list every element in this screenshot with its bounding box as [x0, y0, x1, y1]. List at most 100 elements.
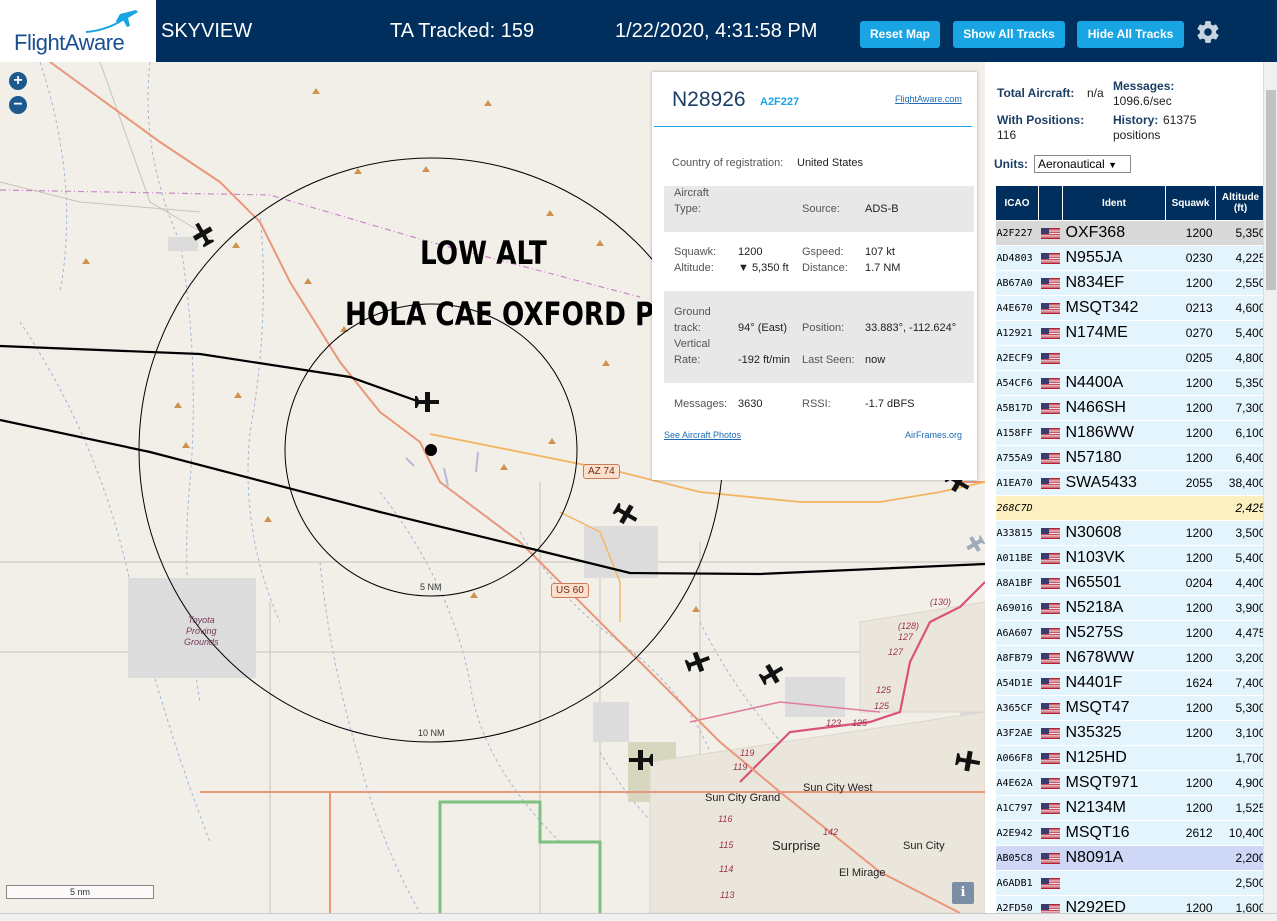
us-flag-icon	[1040, 303, 1060, 315]
aircraft-row[interactable]: A2ECF9 0205 4,800	[995, 345, 1266, 371]
aircraft-row[interactable]: A33815 N30608 1200 3,500	[995, 520, 1266, 546]
aircraft-row[interactable]: A011BE N103VK 1200 5,400	[995, 545, 1266, 571]
us-flag-icon	[1040, 803, 1060, 815]
row-altitude: 1,700	[1215, 745, 1266, 771]
row-flag	[1038, 870, 1063, 896]
aircraft-row[interactable]: A158FF N186WW 1200 6,100	[995, 420, 1266, 446]
aircraft-row[interactable]: A1C797 N2134M 1200 1,525	[995, 795, 1266, 821]
town-el-mirage: El Mirage	[839, 867, 886, 879]
bottom-scrollbar[interactable]	[0, 913, 1277, 921]
aircraft-row[interactable]: A4E670 MSQT342 0213 4,600	[995, 295, 1266, 321]
row-ident: N65501	[1062, 570, 1166, 596]
row-icao: A6ADB1	[995, 870, 1039, 896]
row-flag	[1038, 545, 1063, 571]
total-aircraft-label: Total Aircraft:	[997, 86, 1075, 100]
scrollbar-thumb[interactable]	[1266, 90, 1276, 290]
hide-all-tracks-button[interactable]: Hide All Tracks	[1077, 21, 1184, 48]
row-altitude: 6,400	[1215, 445, 1266, 471]
aircraft-row[interactable]: A4E62A MSQT971 1200 4,900	[995, 770, 1266, 796]
aircraft-row[interactable]: A5B17D N466SH 1200 7,300	[995, 395, 1266, 421]
row-altitude: 3,500	[1215, 520, 1266, 546]
row-icao: A6A607	[995, 620, 1039, 646]
us-flag-icon	[1040, 778, 1060, 790]
row-flag	[1038, 720, 1063, 746]
row-squawk: 0230	[1165, 245, 1216, 271]
aircraft-row[interactable]: A3F2AE N35325 1200 3,100	[995, 720, 1266, 746]
airplane-icon[interactable]	[611, 499, 642, 528]
row-squawk: 0205	[1165, 345, 1216, 371]
aircraft-table-body: A2F227 OXF368 1200 5,350 AD4803 N955JA 0230 4,2…	[995, 220, 1266, 921]
col-squawk[interactable]: Squawk	[1165, 185, 1216, 221]
aircraft-row[interactable]: A69016 N5218A 1200 3,900	[995, 595, 1266, 621]
aircraft-row[interactable]: A2F227 OXF368 1200 5,350	[995, 220, 1266, 246]
aircraft-row[interactable]: A54D1E N4401F 1624 7,400	[995, 670, 1266, 696]
show-all-tracks-button[interactable]: Show All Tracks	[953, 21, 1065, 48]
aircraft-row[interactable]: A8A1BF N65501 0204 4,400	[995, 570, 1266, 596]
col-altitude[interactable]: Altitude (ft)	[1215, 185, 1266, 221]
history-unit: positions	[1113, 128, 1161, 142]
road-shield-us60: US 60	[551, 583, 589, 598]
us-flag-icon	[1040, 253, 1060, 265]
row-ident: SWA5433	[1062, 470, 1166, 496]
row-flag	[1038, 220, 1063, 246]
row-ident: N103VK	[1062, 545, 1166, 571]
aircraft-row[interactable]: A12921 N174ME 0270 5,400	[995, 320, 1266, 346]
col-flag[interactable]	[1038, 185, 1063, 221]
flightaware-logo[interactable]: FlightAware	[0, 0, 156, 62]
town-sun-city: Sun City	[903, 840, 945, 852]
row-icao: 268C7D	[995, 495, 1039, 521]
aircraft-row[interactable]: AB67A0 N834EF 1200 2,550	[995, 270, 1266, 296]
aircraft-row[interactable]: A6A607 N5275S 1200 4,475	[995, 620, 1266, 646]
aircraft-row[interactable]: AB05C8 N8091A 2,200	[995, 845, 1266, 871]
row-ident	[1062, 495, 1166, 521]
aircraft-row[interactable]: A8FB79 N678WW 1200 3,200	[995, 645, 1266, 671]
airplane-icon[interactable]	[757, 659, 788, 688]
row-altitude: 3,200	[1215, 645, 1266, 671]
airplane-icon[interactable]	[963, 533, 985, 556]
town-sun-city-grand: Sun City Grand	[705, 792, 781, 804]
aircraft-row[interactable]: A54CF6 N4400A 1200 5,350	[995, 370, 1266, 396]
road-number: 114	[719, 864, 734, 874]
app-title: SKYVIEW	[161, 20, 253, 42]
airframes-link[interactable]: AirFrames.org	[905, 430, 962, 440]
row-squawk: 1200	[1165, 270, 1216, 296]
row-altitude: 5,400	[1215, 545, 1266, 571]
aircraft-row[interactable]: A6ADB1 2,500	[995, 870, 1266, 896]
gear-icon[interactable]	[1195, 19, 1221, 45]
zoom-in-button[interactable]: +	[9, 72, 27, 90]
rssi-label: RSSI:	[802, 398, 831, 410]
units-select[interactable]: Aeronautical ▼	[1034, 155, 1131, 173]
airplane-icon[interactable]	[415, 392, 439, 412]
us-flag-icon	[1040, 528, 1060, 540]
aircraft-row[interactable]: A066F8 N125HD 1,700	[995, 745, 1266, 771]
scrollbar[interactable]	[1263, 62, 1277, 921]
col-icao[interactable]: ICAO	[995, 185, 1039, 221]
flightaware-link[interactable]: FlightAware.com	[895, 94, 962, 104]
datetime: 1/22/2020, 4:31:58 PM	[615, 20, 818, 42]
road-number: 119	[740, 748, 755, 758]
airplane-icon[interactable]	[683, 648, 712, 675]
aircraft-row[interactable]: AD4803 N955JA 0230 4,225	[995, 245, 1266, 271]
row-squawk: 1200	[1165, 645, 1216, 671]
aircraft-row[interactable]: A755A9 N57180 1200 6,400	[995, 445, 1266, 471]
col-ident[interactable]: Ident	[1062, 185, 1166, 221]
us-flag-icon	[1040, 703, 1060, 715]
info-button[interactable]: i	[952, 882, 974, 904]
reset-map-button[interactable]: Reset Map	[860, 21, 940, 48]
aircraft-row[interactable]: A2E942 MSQT16 2612 10,400	[995, 820, 1266, 846]
road-number: 116	[718, 814, 733, 824]
lastseen-value: now	[865, 354, 886, 366]
aircraft-row[interactable]: A365CF MSQT47 1200 5,300	[995, 695, 1266, 721]
zoom-out-button[interactable]: −	[9, 96, 27, 114]
road-number: 125	[876, 685, 892, 695]
road-number: 123	[826, 718, 842, 728]
row-squawk: 1200	[1165, 770, 1216, 796]
aircraft-row[interactable]: A1EA70 SWA5433 2055 38,400	[995, 470, 1266, 496]
aircraft-photos-link[interactable]: See Aircraft Photos	[664, 430, 741, 440]
ring-label-5nm: 5 NM	[420, 582, 442, 592]
aircraft-row[interactable]: 268C7D 2,425	[995, 495, 1266, 521]
row-icao: A1EA70	[995, 470, 1039, 496]
row-squawk	[1165, 745, 1216, 771]
row-squawk: 1624	[1165, 670, 1216, 696]
header-bar: FlightAware SKYVIEW TA Tracked: 159 1/22…	[0, 0, 1277, 62]
